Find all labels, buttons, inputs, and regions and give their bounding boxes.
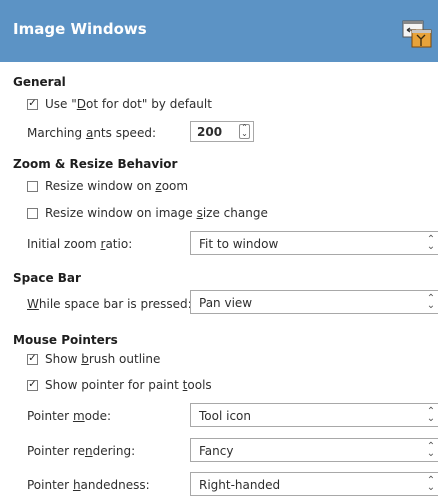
combo-arrows-icon: ⌃ ⌄	[426, 441, 436, 459]
resize-on-size-change-label: Resize window on image size change	[45, 206, 268, 220]
pointer-rendering-label: Pointer rendering:	[27, 444, 136, 458]
space-bar-combo[interactable]: Pan view ⌃ ⌄	[190, 290, 438, 314]
initial-zoom-combo[interactable]: Fit to window ⌃ ⌄	[190, 231, 438, 255]
show-brush-outline-checkbox[interactable]: ✓	[27, 353, 38, 365]
section-space-bar: Space Bar	[13, 271, 81, 285]
show-pointer-paint-row[interactable]: ✓ Show pointer for paint tools	[27, 376, 212, 394]
pointer-handedness-value: Right-handed	[199, 478, 281, 492]
marching-ants-spinner[interactable]: 200 ⌃ ⌄	[190, 121, 254, 142]
spinner-arrows-icon[interactable]: ⌃ ⌄	[239, 124, 250, 139]
pointer-rendering-value: Fancy	[199, 444, 234, 458]
combo-arrows-icon: ⌃ ⌄	[426, 475, 436, 493]
initial-zoom-label: Initial zoom ratio:	[27, 237, 133, 251]
show-pointer-paint-label: Show pointer for paint tools	[45, 378, 212, 392]
show-brush-outline-label: Show brush outline	[45, 352, 161, 366]
section-mouse-pointers: Mouse Pointers	[13, 333, 118, 347]
dot-for-dot-label: Use "Dot for dot" by default	[45, 97, 212, 111]
initial-zoom-value: Fit to window	[199, 237, 279, 251]
dot-for-dot-checkbox[interactable]: ✓	[27, 98, 38, 110]
section-zoom-resize: Zoom & Resize Behavior	[13, 157, 178, 171]
resize-on-zoom-checkbox[interactable]	[27, 180, 38, 192]
space-bar-value: Pan view	[199, 296, 253, 310]
pointer-mode-label: Pointer mode:	[27, 409, 112, 423]
resize-on-zoom-label: Resize window on zoom	[45, 179, 189, 193]
show-brush-outline-row[interactable]: ✓ Show brush outline	[27, 350, 160, 368]
marching-ants-label: Marching ants speed:	[27, 126, 156, 140]
resize-on-size-change-checkbox[interactable]	[27, 207, 38, 219]
combo-arrows-icon: ⌃ ⌄	[426, 234, 436, 252]
pointer-handedness-combo[interactable]: Right-handed ⌃ ⌄	[190, 472, 438, 496]
pointer-rendering-combo[interactable]: Fancy ⌃ ⌄	[190, 438, 438, 462]
pointer-mode-combo[interactable]: Tool icon ⌃ ⌄	[190, 403, 438, 427]
page-title: Image Windows	[13, 20, 147, 38]
marching-ants-value: 200	[197, 125, 223, 139]
image-windows-preferences-icon	[402, 20, 432, 48]
section-general: General	[13, 75, 66, 89]
pointer-mode-value: Tool icon	[199, 409, 252, 423]
show-pointer-paint-checkbox[interactable]: ✓	[27, 379, 38, 391]
pointer-handedness-label: Pointer handedness:	[27, 478, 150, 492]
dot-for-dot-checkbox-row[interactable]: ✓ Use "Dot for dot" by default	[27, 95, 212, 113]
resize-on-size-change-row[interactable]: Resize window on image size change	[27, 204, 268, 222]
page-header: Image Windows	[0, 0, 438, 62]
resize-on-zoom-row[interactable]: Resize window on zoom	[27, 177, 188, 195]
combo-arrows-icon: ⌃ ⌄	[426, 406, 436, 424]
combo-arrows-icon: ⌃ ⌄	[426, 293, 436, 311]
space-bar-label: While space bar is pressed:	[27, 297, 192, 311]
